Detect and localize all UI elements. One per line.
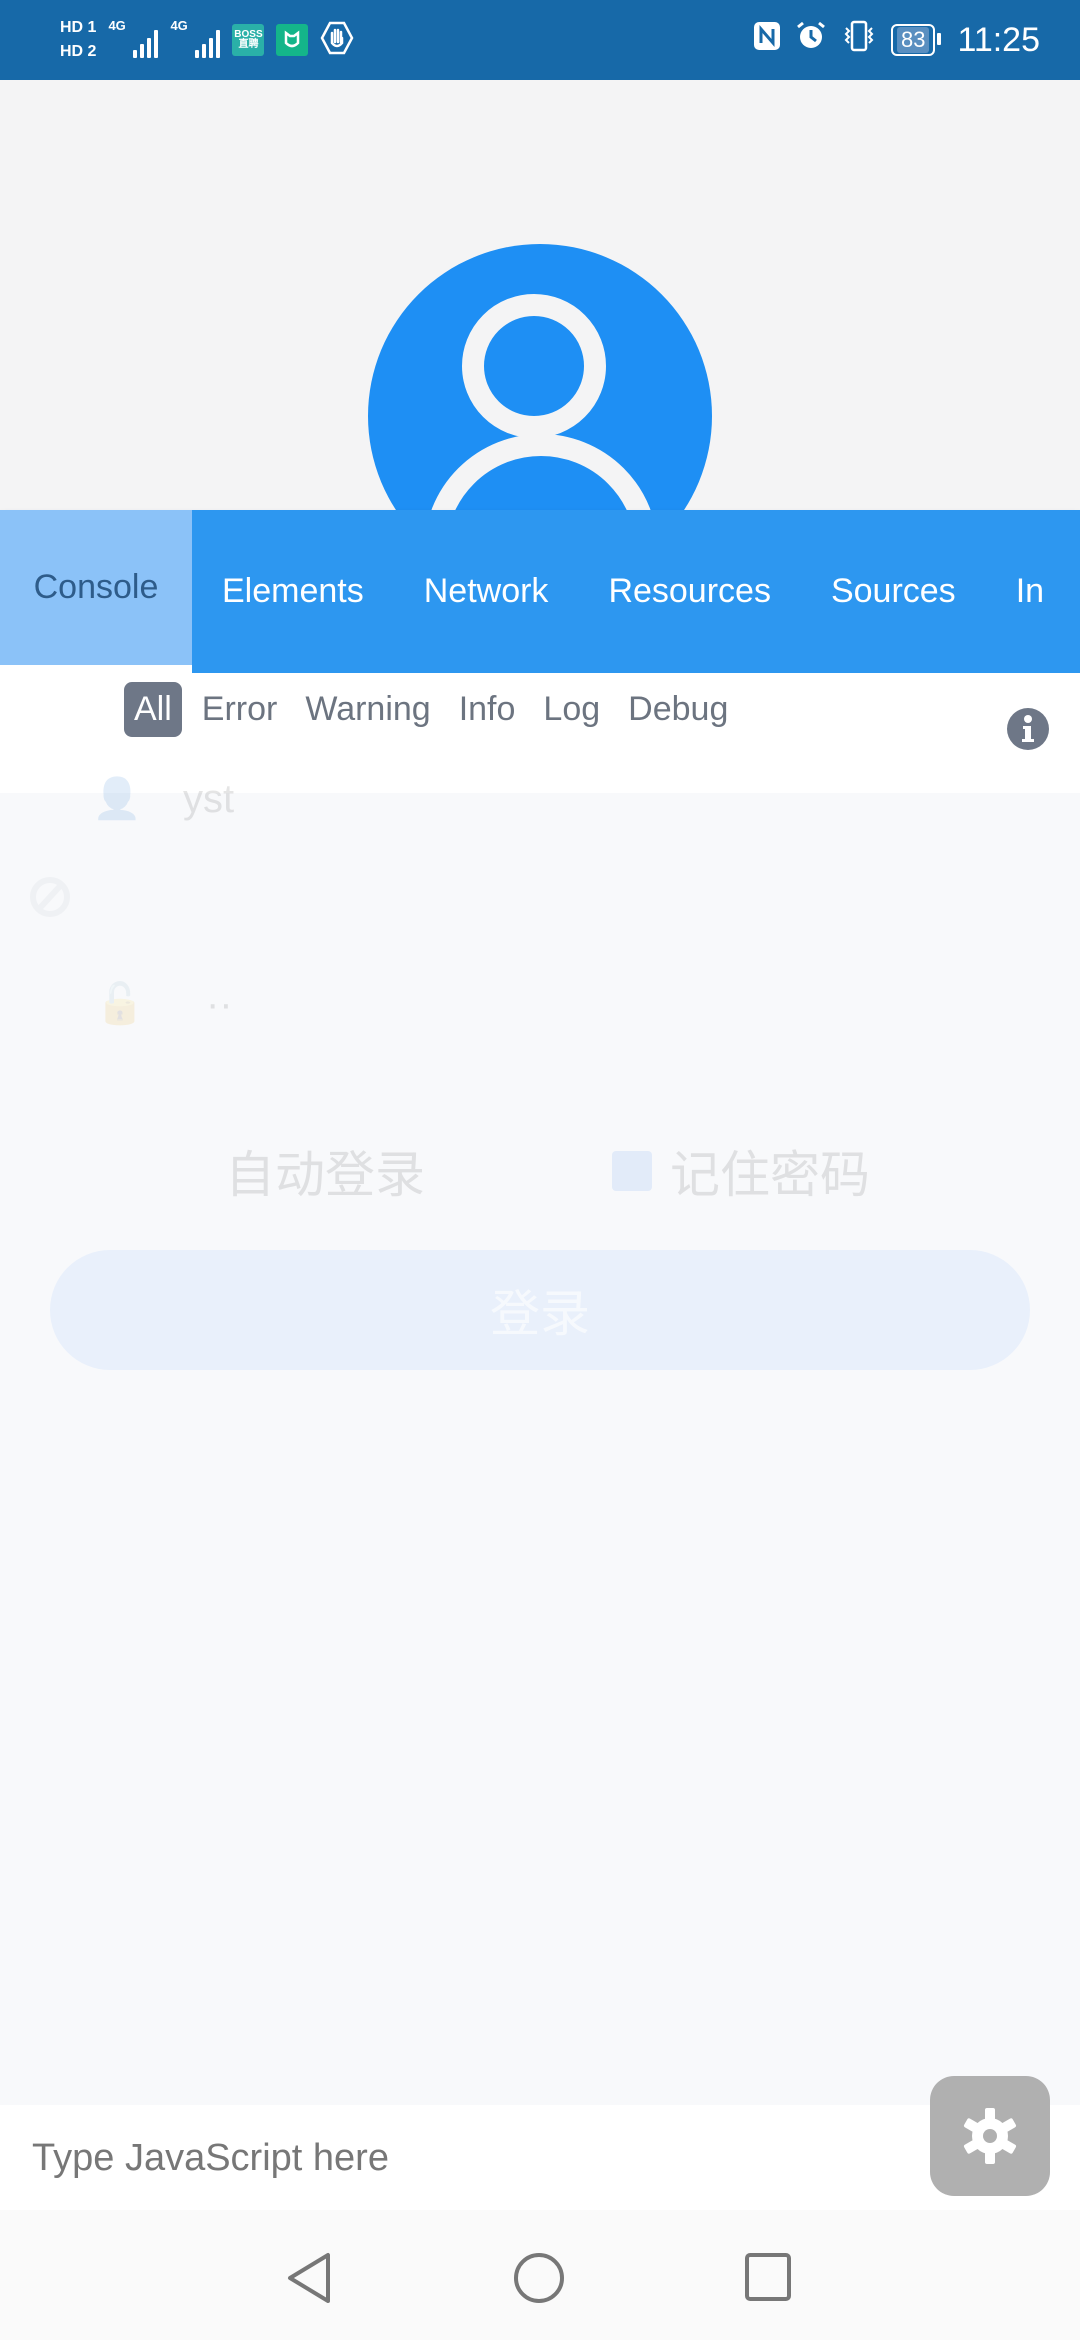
javascript-input[interactable]: [30, 2130, 894, 2187]
hand-stop-icon: [320, 21, 354, 60]
home-circle-icon: [514, 2253, 564, 2303]
filter-log[interactable]: Log: [535, 684, 608, 735]
clock: 11:25: [957, 20, 1040, 59]
back-triangle-icon: [288, 2253, 330, 2303]
filter-all[interactable]: All: [124, 681, 182, 737]
info-icon[interactable]: [1006, 707, 1050, 756]
filter-debug[interactable]: Debug: [620, 684, 736, 735]
auto-login-option: 自动登录: [225, 1147, 425, 1203]
remember-password-option: 记住密码: [612, 1135, 870, 1207]
home-button[interactable]: [512, 2252, 566, 2309]
password-field-ghost: 🔓 ··: [95, 982, 233, 1026]
lock-icon: 🔓: [95, 982, 145, 1026]
mijia-icon: [276, 24, 309, 56]
remember-checkbox: [612, 1151, 652, 1191]
signal-icon: 4G: [170, 18, 221, 58]
boss-zhipin-icon: BOSS直聘: [232, 24, 265, 56]
username-field-ghost: 👤 yst: [92, 777, 235, 821]
settings-button[interactable]: [930, 2076, 1050, 2196]
recents-square-icon: [745, 2253, 791, 2301]
filter-error[interactable]: Error: [194, 684, 286, 735]
back-button[interactable]: [285, 2252, 335, 2309]
login-button-ghost: 登录: [50, 1250, 1030, 1370]
recents-button[interactable]: [744, 2252, 792, 2307]
system-navigation-bar: [0, 2210, 1080, 2340]
battery-indicator: 83: [890, 24, 942, 56]
status-bar: HD 1 HD 2 4G 4G BOSS直聘 83 11:25: [0, 0, 1080, 80]
log-level-filters: All Error Warning Info Log Debug: [124, 649, 1080, 769]
sim1-indicator: HD 1: [60, 19, 97, 36]
user-head-shape: [462, 294, 606, 438]
vibrate-icon: [841, 20, 877, 61]
signal-icon: 4G: [108, 18, 159, 58]
filter-info[interactable]: Info: [451, 684, 524, 735]
alarm-icon: [795, 20, 827, 61]
sim-indicators: HD 1 HD 2: [60, 19, 96, 61]
user-icon: 👤: [92, 777, 142, 821]
filter-warning[interactable]: Warning: [297, 684, 438, 735]
sim2-indicator: HD 2: [60, 43, 97, 60]
gear-icon: [963, 2108, 1017, 2164]
nfc-icon: [753, 21, 781, 60]
